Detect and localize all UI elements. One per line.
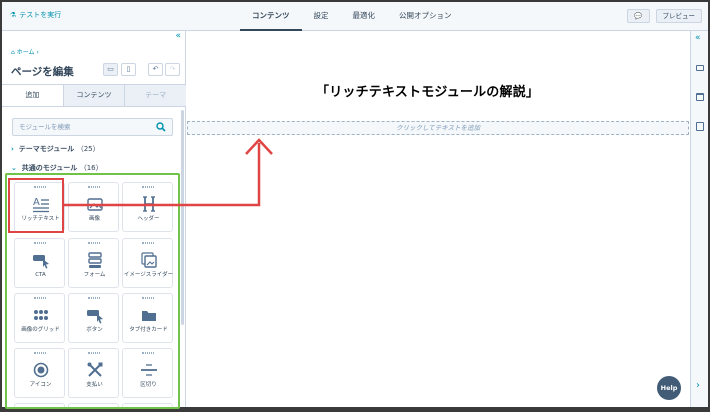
annotation-arrow	[64, 138, 273, 207]
